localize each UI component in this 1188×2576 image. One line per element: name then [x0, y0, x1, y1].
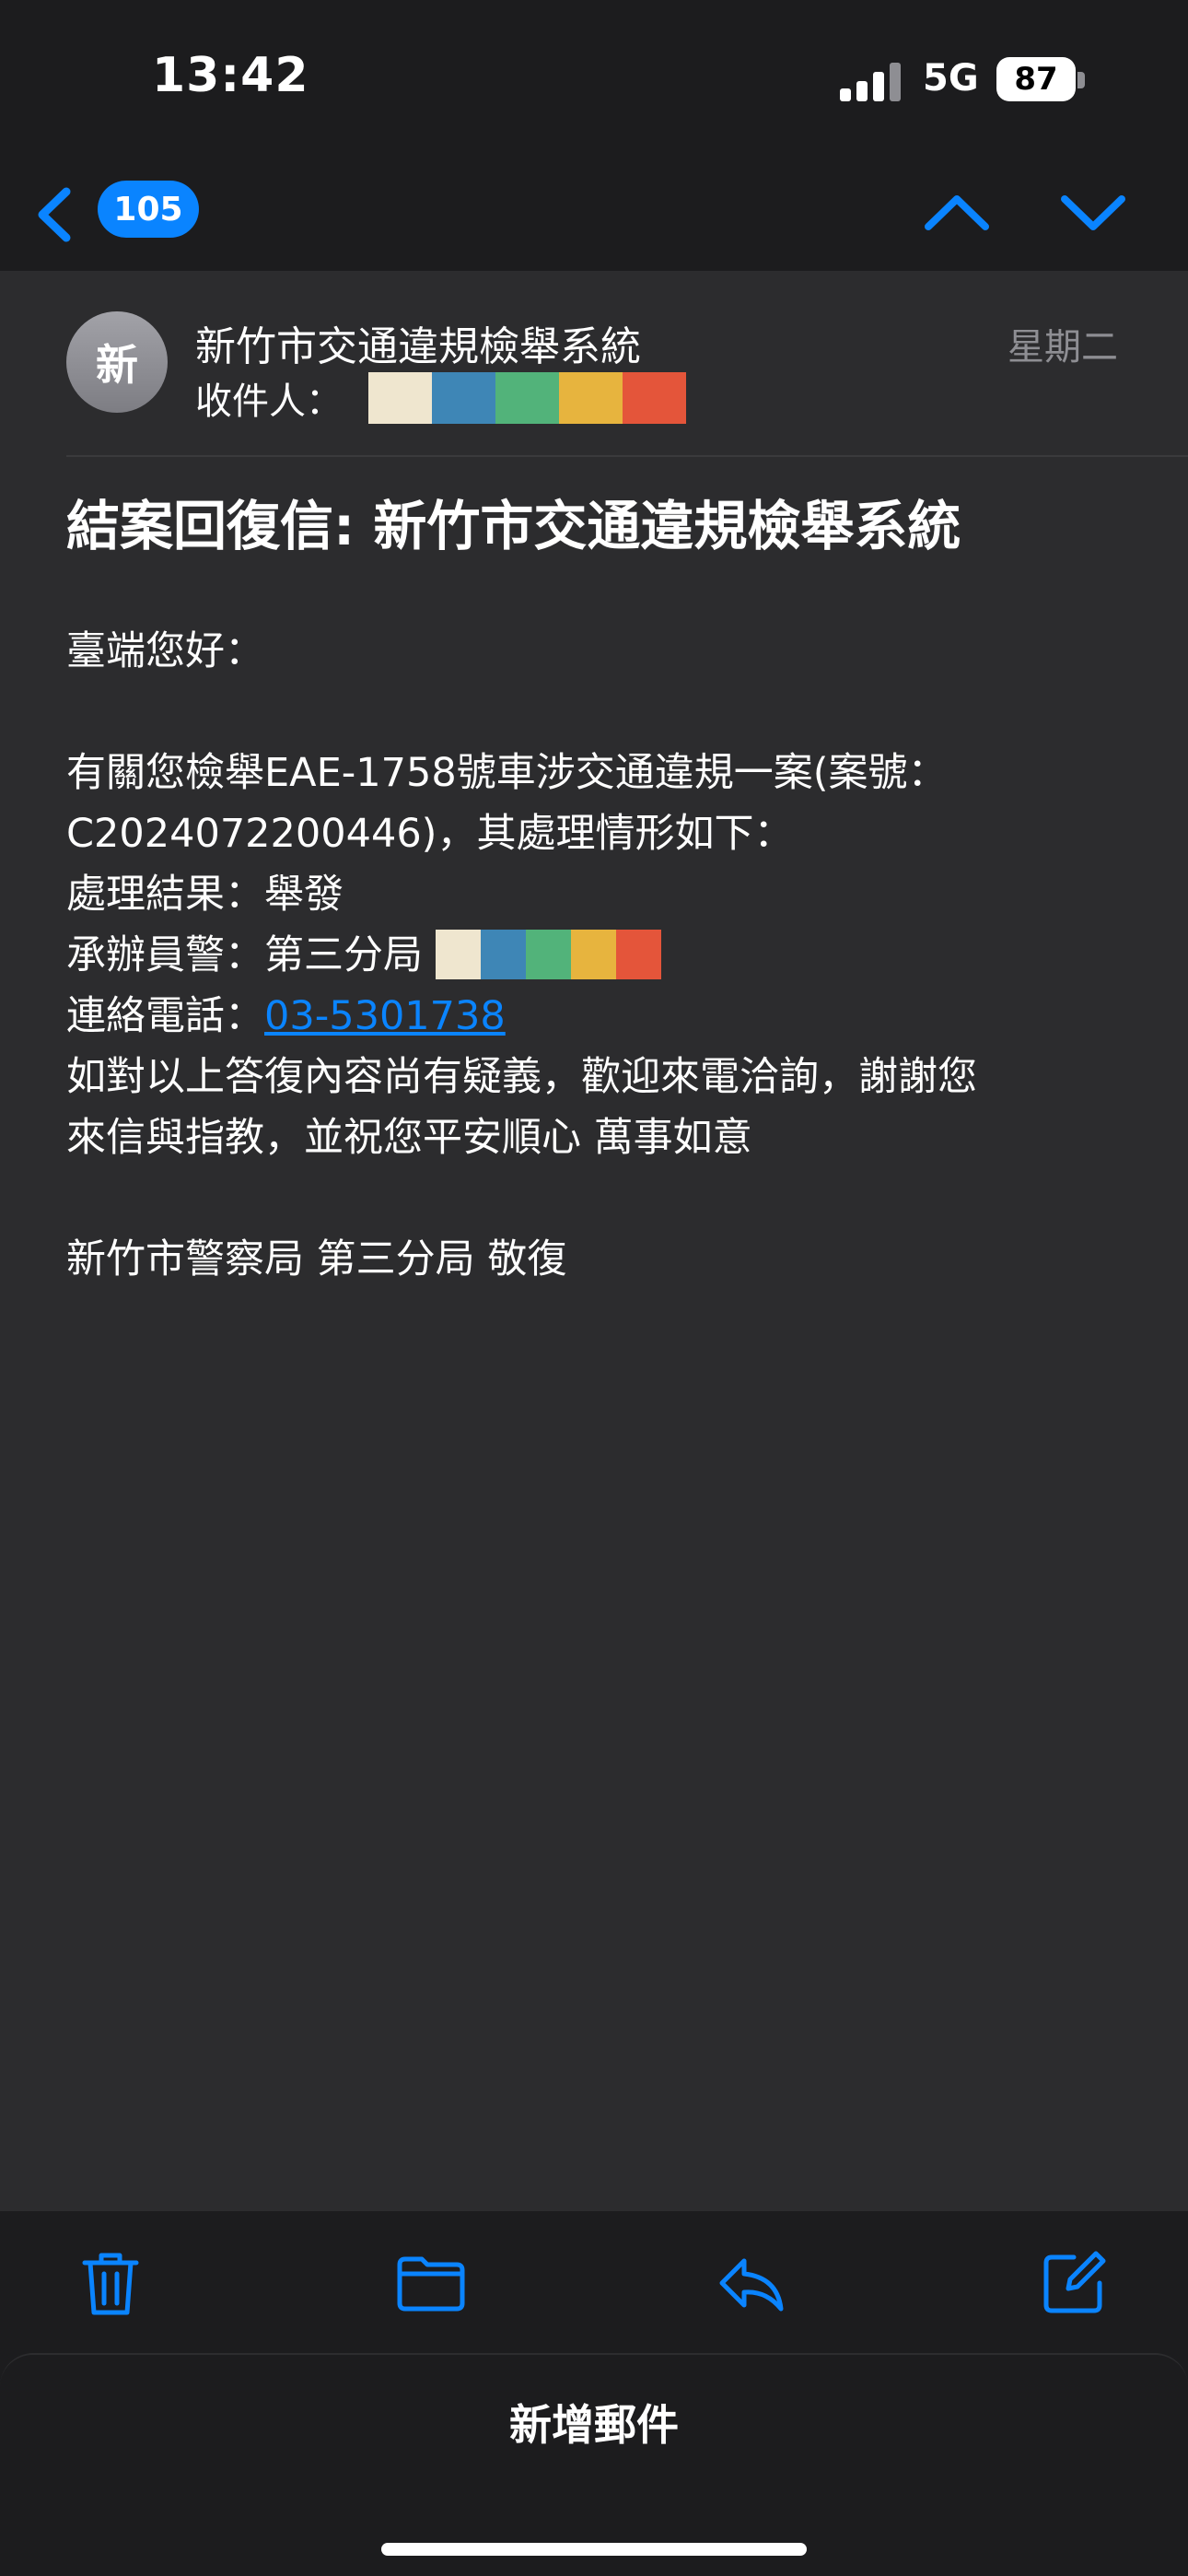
unread-count-badge[interactable]: 105	[98, 181, 199, 238]
redaction-swatch	[432, 372, 495, 424]
body-line: 來信與指教，並祝您平安順心 萬事如意	[66, 1115, 752, 1161]
redaction-swatch	[526, 929, 571, 979]
signal-icon	[840, 63, 904, 101]
home-indicator	[381, 2543, 807, 2556]
mail-message-screen: 13:42 5G 87 105 新 新竹市交通違規檢舉系統 收件人： 星期二 結…	[0, 0, 1188, 2576]
body-greeting: 臺端您好：	[66, 628, 264, 674]
body-line: 如對以上答復內容尚有疑義，歡迎來電洽詢，謝謝您	[66, 1054, 977, 1100]
chevron-down-icon[interactable]	[1054, 177, 1133, 247]
phone-link[interactable]: 03-5301738	[264, 993, 506, 1039]
body-result: 處理結果：舉發	[66, 872, 344, 918]
redacted-officer-name	[436, 929, 661, 979]
body-officer-row: 承辦員警：第三分局	[66, 925, 1135, 986]
body-officer: 承辦員警：第三分局	[66, 932, 423, 978]
compose-icon[interactable]	[1037, 2246, 1111, 2320]
body-phone-row: 連絡電話：03-5301738	[66, 986, 1135, 1047]
battery-level: 87	[1014, 61, 1058, 98]
redaction-swatch	[481, 929, 526, 979]
recipient-label: 收件人：	[195, 381, 343, 423]
body-signature: 新竹市警察局 第三分局 敬復	[66, 1236, 567, 1282]
chevron-left-icon[interactable]	[29, 173, 79, 256]
body-spacer	[66, 1168, 1135, 1229]
header-divider	[66, 455, 1188, 457]
message-content: 新 新竹市交通違規檢舉系統 收件人： 星期二 結案回復信: 新竹市交通違規檢舉系…	[0, 271, 1188, 2211]
body-line: C2024072200446)，其處理情形如下：	[66, 811, 794, 857]
battery-icon: 87	[996, 57, 1076, 101]
nav-bar: 105	[0, 157, 1188, 271]
body-line: 有關您檢舉EAE-1758號車涉交通違規一案(案號：	[66, 750, 948, 796]
trash-icon[interactable]	[74, 2246, 147, 2320]
redaction-swatch	[571, 929, 616, 979]
chevron-up-icon[interactable]	[917, 177, 996, 247]
recipient-row[interactable]: 收件人：	[195, 370, 686, 426]
message-date: 星期二	[1007, 326, 1118, 369]
redaction-swatch	[495, 372, 559, 424]
sender-name[interactable]: 新竹市交通違規檢舉系統	[195, 313, 641, 372]
status-bar: 13:42 5G 87	[0, 0, 1188, 157]
folder-icon[interactable]	[394, 2246, 468, 2320]
message-body: 臺端您好： 有關您檢舉EAE-1758號車涉交通違規一案(案號： C202407…	[66, 621, 1135, 1290]
new-mail-sheet[interactable]: 新增郵件	[0, 2353, 1188, 2576]
redaction-swatch	[616, 929, 661, 979]
redaction-swatch	[436, 929, 481, 979]
message-subject: 結案回復信: 新竹市交通違規檢舉系統	[66, 495, 961, 557]
status-time: 13:42	[152, 48, 309, 103]
new-mail-button[interactable]: 新增郵件	[0, 2392, 1188, 2453]
bottom-toolbar	[0, 2211, 1188, 2349]
body-spacer	[66, 682, 1135, 743]
network-type: 5G	[923, 57, 979, 100]
phone-label: 連絡電話：	[66, 993, 264, 1039]
redacted-recipient	[368, 372, 686, 424]
redaction-swatch	[559, 372, 623, 424]
redaction-swatch	[623, 372, 686, 424]
reply-icon[interactable]	[715, 2246, 788, 2320]
sender-avatar[interactable]: 新	[66, 311, 168, 413]
battery-cap	[1077, 72, 1085, 88]
redaction-swatch	[368, 372, 432, 424]
